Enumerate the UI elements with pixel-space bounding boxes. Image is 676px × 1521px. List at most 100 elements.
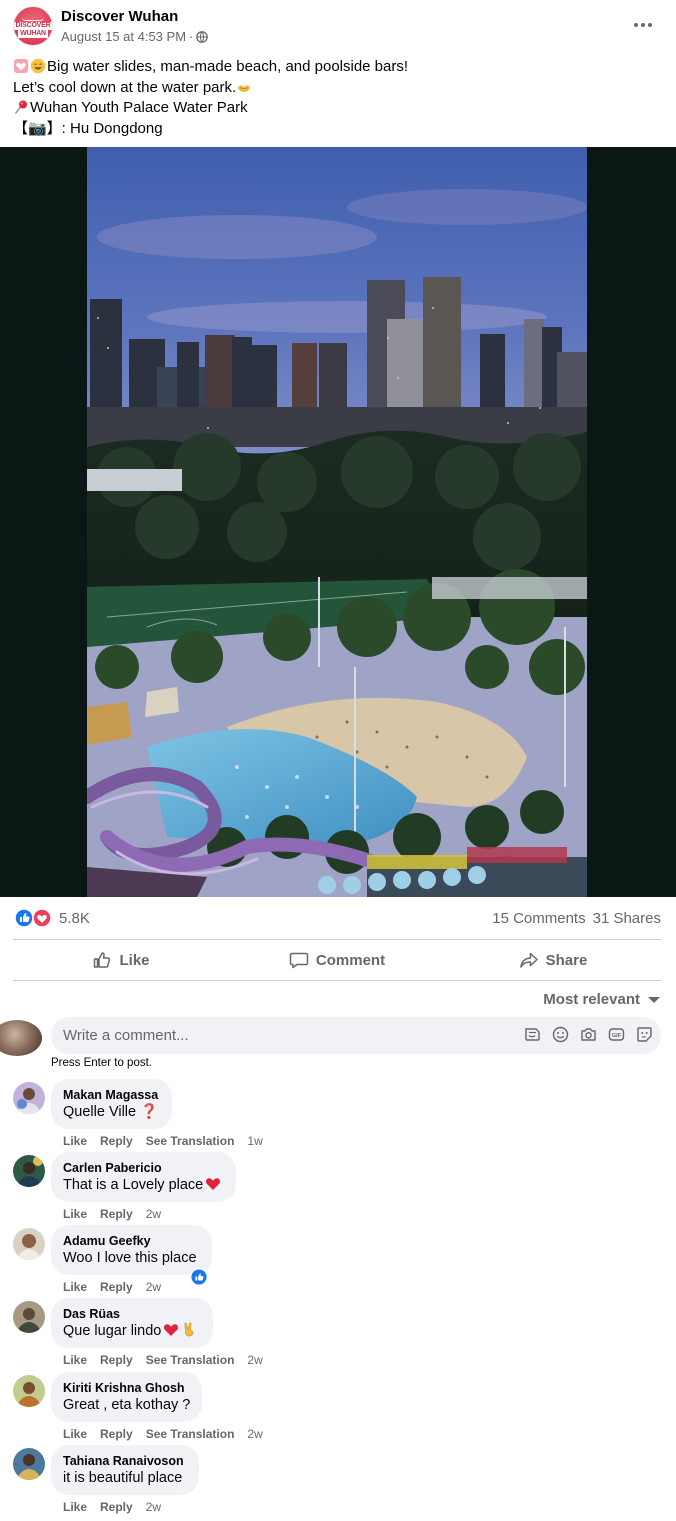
comment-actions: Like Reply See Translation 2w (63, 1427, 263, 1441)
comment-like-button[interactable]: Like (63, 1280, 87, 1294)
comment-item: Adamu Geefky Woo I love this place Like … (0, 1225, 676, 1298)
logo-crown-icon (22, 15, 44, 21)
comment-text: Woo I love this place (63, 1250, 197, 1266)
page-avatar[interactable]: DISCOVER WUHAN (13, 6, 53, 46)
composer-tools: GIF (523, 1025, 653, 1043)
comment-like-button[interactable]: Like (63, 1353, 87, 1367)
comment-time[interactable]: 2w (146, 1280, 161, 1294)
red-heart-emoji-icon (164, 1324, 179, 1336)
comment-reply-button[interactable]: Reply (100, 1353, 133, 1367)
caret-down-icon (648, 996, 660, 1003)
post-media-frame[interactable] (0, 147, 676, 897)
commenter-avatar[interactable] (13, 1448, 45, 1480)
like-button[interactable]: Like (13, 941, 229, 979)
avatar-logo-text-bottom: WUHAN (18, 29, 48, 38)
post-timestamp-row: August 15 at 4:53 PM · (61, 29, 209, 44)
comment-like-button[interactable]: Like (63, 1427, 87, 1441)
comment-text: Quelle Ville ❓ (63, 1104, 159, 1120)
comment-input[interactable] (63, 1025, 503, 1045)
share-arrow-icon (519, 952, 538, 968)
comment-bubble: Kiriti Krishna Ghosh Great , eta kothay … (51, 1372, 202, 1422)
comment-sort-dropdown[interactable]: Most relevant (543, 991, 660, 1008)
post-caption: Big water slides, man-made beach, and po… (13, 57, 663, 139)
commenter-avatar[interactable] (13, 1228, 45, 1260)
timestamp-separator: · (189, 29, 194, 44)
more-options-icon[interactable] (630, 12, 656, 38)
sort-label: Most relevant (543, 991, 640, 1008)
post-action-bar: Like Comment Share (13, 941, 661, 979)
pin-emoji-icon (14, 100, 27, 114)
commenter-avatar[interactable] (13, 1155, 45, 1187)
comment-item: Kiriti Krishna Ghosh Great , eta kothay … (0, 1372, 676, 1445)
comment-author[interactable]: Das Rüas (63, 1306, 201, 1322)
comment-actions: Like Reply See Translation 2w (63, 1353, 263, 1367)
reaction-count[interactable]: 5.8K (59, 910, 90, 927)
current-user-avatar[interactable] (0, 1020, 44, 1056)
see-translation-link[interactable]: See Translation (146, 1353, 235, 1367)
commenter-avatar[interactable] (13, 1301, 45, 1333)
comment-author[interactable]: Tahiana Ranaivoson (63, 1453, 187, 1469)
comment-bubble: Carlen Pabericio That is a Lovely place (51, 1152, 236, 1202)
comment-author[interactable]: Adamu Geefky (63, 1233, 200, 1249)
comment-bubble: Das Rüas Que lugar lindo (51, 1298, 213, 1348)
comment-reply-button[interactable]: Reply (100, 1134, 133, 1148)
comment-like-button[interactable]: Like (63, 1500, 87, 1514)
commenter-avatar[interactable] (13, 1375, 45, 1407)
post-timestamp[interactable]: August 15 at 4:53 PM (61, 29, 186, 44)
heart-emoji-icon (14, 59, 28, 73)
caption-line-2: Let’s cool down at the water park. (13, 78, 663, 99)
shares-count[interactable]: 31 Shares (593, 910, 661, 927)
comment-bubble-icon (289, 952, 309, 969)
comment-author[interactable]: Makan Magassa (63, 1087, 160, 1103)
globe-icon[interactable] (196, 30, 209, 43)
comment-text: Que lugar lindo (63, 1323, 162, 1339)
comment-author[interactable]: Carlen Pabericio (63, 1160, 224, 1176)
comments-count[interactable]: 15 Comments (492, 910, 585, 927)
love-reaction-icon (32, 908, 52, 928)
comment-reply-button[interactable]: Reply (100, 1500, 133, 1514)
comment-item: Das Rüas Que lugar lindo Like Reply See … (0, 1298, 676, 1371)
comment-time[interactable]: 2w (146, 1500, 161, 1514)
comment-reply-button[interactable]: Reply (100, 1207, 133, 1221)
divider-top (13, 939, 661, 940)
svg-text:GIF: GIF (611, 1033, 621, 1039)
comment-text-row: That is a Lovely place (63, 1176, 224, 1195)
comment-like-button[interactable]: Like (63, 1134, 87, 1148)
comment-bubble: Makan Magassa Quelle Ville ❓ (51, 1079, 172, 1129)
comment-button[interactable]: Comment (229, 941, 445, 979)
share-label: Share (545, 951, 588, 969)
comment-reply-button[interactable]: Reply (100, 1427, 133, 1441)
reaction-icons[interactable] (15, 908, 53, 928)
avatar-logo-text-top: DISCOVER (14, 21, 52, 30)
see-translation-link[interactable]: See Translation (146, 1427, 235, 1441)
comment-time[interactable]: 2w (247, 1353, 262, 1367)
emoji-icon[interactable] (551, 1025, 569, 1043)
post-photo[interactable] (87, 147, 587, 897)
comment-text: That is a Lovely place (63, 1177, 204, 1193)
comment-bubble: Tahiana Ranaivoson it is beautiful place (51, 1445, 199, 1495)
thumbs-up-icon (94, 952, 111, 968)
comment-like-button[interactable]: Like (63, 1207, 87, 1221)
page-name[interactable]: Discover Wuhan (61, 8, 178, 25)
comment-item: Carlen Pabericio That is a Lovely place … (0, 1152, 676, 1225)
commenter-avatar[interactable] (13, 1082, 45, 1114)
comment-text: Great , eta kothay ? (63, 1397, 191, 1413)
camera-icon[interactable] (579, 1025, 597, 1043)
see-translation-link[interactable]: See Translation (146, 1134, 235, 1148)
comment-actions: Like Reply 2w (63, 1280, 161, 1294)
comment-actions: Like Reply See Translation 1w (63, 1134, 263, 1148)
comment-author[interactable]: Kiriti Krishna Ghosh (63, 1380, 190, 1396)
comment-time[interactable]: 1w (247, 1134, 262, 1148)
sticker-icon[interactable] (523, 1025, 541, 1043)
comment-reply-button[interactable]: Reply (100, 1280, 133, 1294)
comment-like-reaction-icon[interactable] (190, 1268, 208, 1286)
comment-time[interactable]: 2w (247, 1427, 262, 1441)
share-button[interactable]: Share (445, 941, 661, 979)
smile-emoji-icon (30, 58, 46, 74)
hands-emoji-icon (238, 84, 251, 92)
avatar-sticker-icon[interactable] (635, 1025, 653, 1043)
comment-composer[interactable]: GIF (51, 1017, 661, 1054)
gif-icon[interactable]: GIF (607, 1025, 625, 1043)
comment-time[interactable]: 2w (146, 1207, 161, 1221)
composer-hint: Press Enter to post. (51, 1057, 152, 1069)
